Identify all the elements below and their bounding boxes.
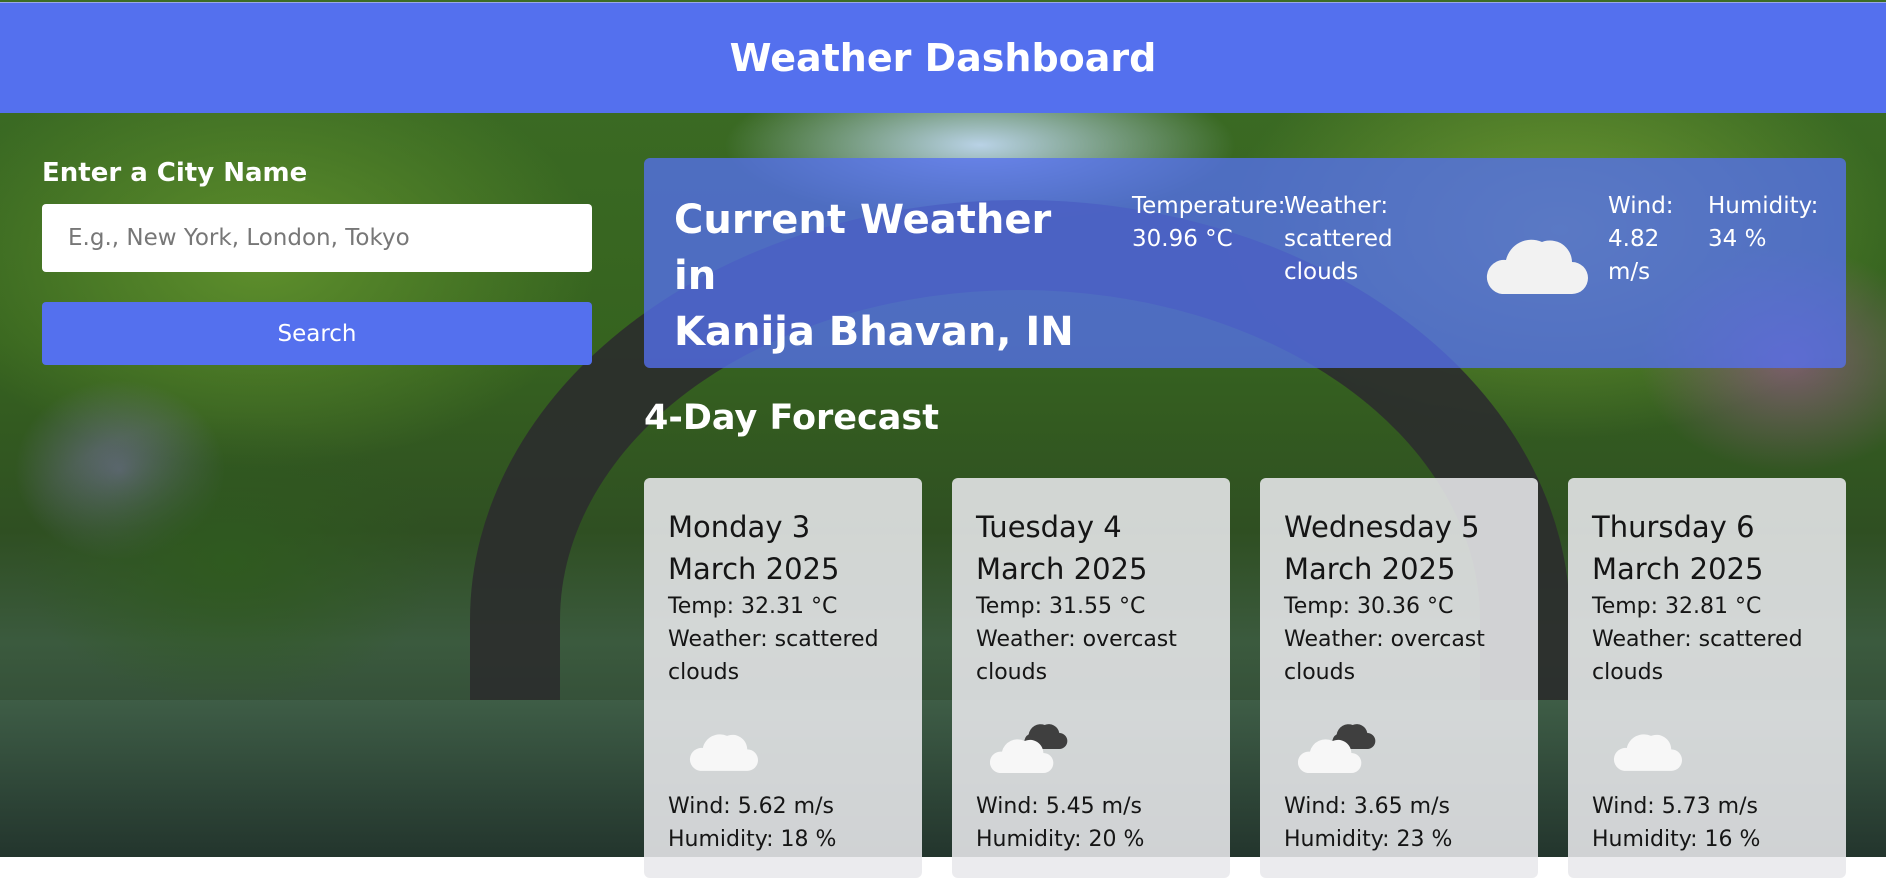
forecast-card: Wednesday 5 March 2025 Temp: 30.36 °C We… [1260,478,1538,878]
city-label: Enter a City Name [42,158,308,188]
current-weather-title: Current Weather in Kanija Bhavan, IN [674,192,1094,360]
forecast-list: Monday 3 March 2025 Temp: 32.31 °C Weath… [644,478,1846,878]
forecast-weather: Weather: overcast clouds [976,627,1177,685]
forecast-temp: Temp: 32.31 °C [668,594,838,619]
forecast-humidity: Humidity: 23 % [1284,827,1453,852]
weather-value: scattered clouds [1284,226,1393,285]
current-weather-card: Current Weather in Kanija Bhavan, IN Tem… [644,158,1846,368]
forecast-temp: Temp: 30.36 °C [1284,594,1454,619]
current-temperature: Temperature: 30.96 °C [1132,190,1292,256]
current-wind: Wind: 4.82 m/s [1608,190,1708,289]
forecast-humidity: Humidity: 20 % [976,827,1145,852]
forecast-date: Monday 3 March 2025 [668,510,840,586]
forecast-weather: Weather: overcast clouds [1284,627,1485,685]
forecast-lower: Wind: 5.62 m/s Humidity: 18 % [668,790,836,856]
cloud-icon [689,734,758,771]
search-button[interactable]: Search [42,302,592,365]
forecast-card: Monday 3 March 2025 Temp: 32.31 °C Weath… [644,478,922,878]
forecast-wind: Wind: 5.73 m/s [1592,794,1758,819]
forecast-wind: Wind: 3.65 m/s [1284,794,1450,819]
forecast-lower: Wind: 5.73 m/s Humidity: 16 % [1592,790,1760,856]
forecast-card: Thursday 6 March 2025 Temp: 32.81 °C Wea… [1568,478,1846,878]
forecast-wind: Wind: 5.45 m/s [976,794,1142,819]
forecast-temp: Temp: 32.81 °C [1592,594,1762,619]
wind-value: 4.82 m/s [1608,226,1660,285]
forecast-lower: Wind: 3.65 m/s Humidity: 23 % [1284,790,1452,856]
forecast-date: Tuesday 4 March 2025 [976,510,1148,586]
current-condition: Weather: scattered clouds [1284,190,1434,289]
temperature-label: Temperature: [1132,193,1286,219]
search-panel: Enter a City Name Search [42,158,592,365]
forecast-card: Tuesday 4 March 2025 Temp: 31.55 °C Weat… [952,478,1230,878]
forecast-weather: Weather: scattered clouds [1592,627,1803,685]
cloud-icon [1613,734,1682,771]
forecast-heading: 4-Day Forecast [644,398,939,438]
wind-label: Wind: [1608,193,1674,219]
forecast-humidity: Humidity: 16 % [1592,827,1761,852]
temperature-value: 30.96 °C [1132,226,1233,252]
forecast-temp: Temp: 31.55 °C [976,594,1146,619]
current-weather-title-line1: Current Weather in [674,197,1052,299]
humidity-label: Humidity: [1708,193,1819,219]
forecast-date: Thursday 6 March 2025 [1592,510,1764,586]
forecast-weather: Weather: scattered clouds [668,627,879,685]
humidity-value: 34 % [1708,226,1767,252]
forecast-humidity: Humidity: 18 % [668,827,837,852]
cloud-icon [1486,239,1588,294]
app-header: Weather Dashboard [0,2,1886,113]
page-title: Weather Dashboard [729,36,1157,80]
city-search-input[interactable] [42,204,592,272]
weather-label: Weather: [1284,193,1389,219]
overcast-clouds-icon [1298,724,1376,773]
forecast-date: Wednesday 5 March 2025 [1284,510,1480,586]
overcast-clouds-icon [990,724,1068,773]
current-humidity: Humidity: 34 % [1708,190,1828,256]
forecast-lower: Wind: 5.45 m/s Humidity: 20 % [976,790,1144,856]
current-weather-city: Kanija Bhavan, IN [674,309,1074,355]
forecast-wind: Wind: 5.62 m/s [668,794,834,819]
